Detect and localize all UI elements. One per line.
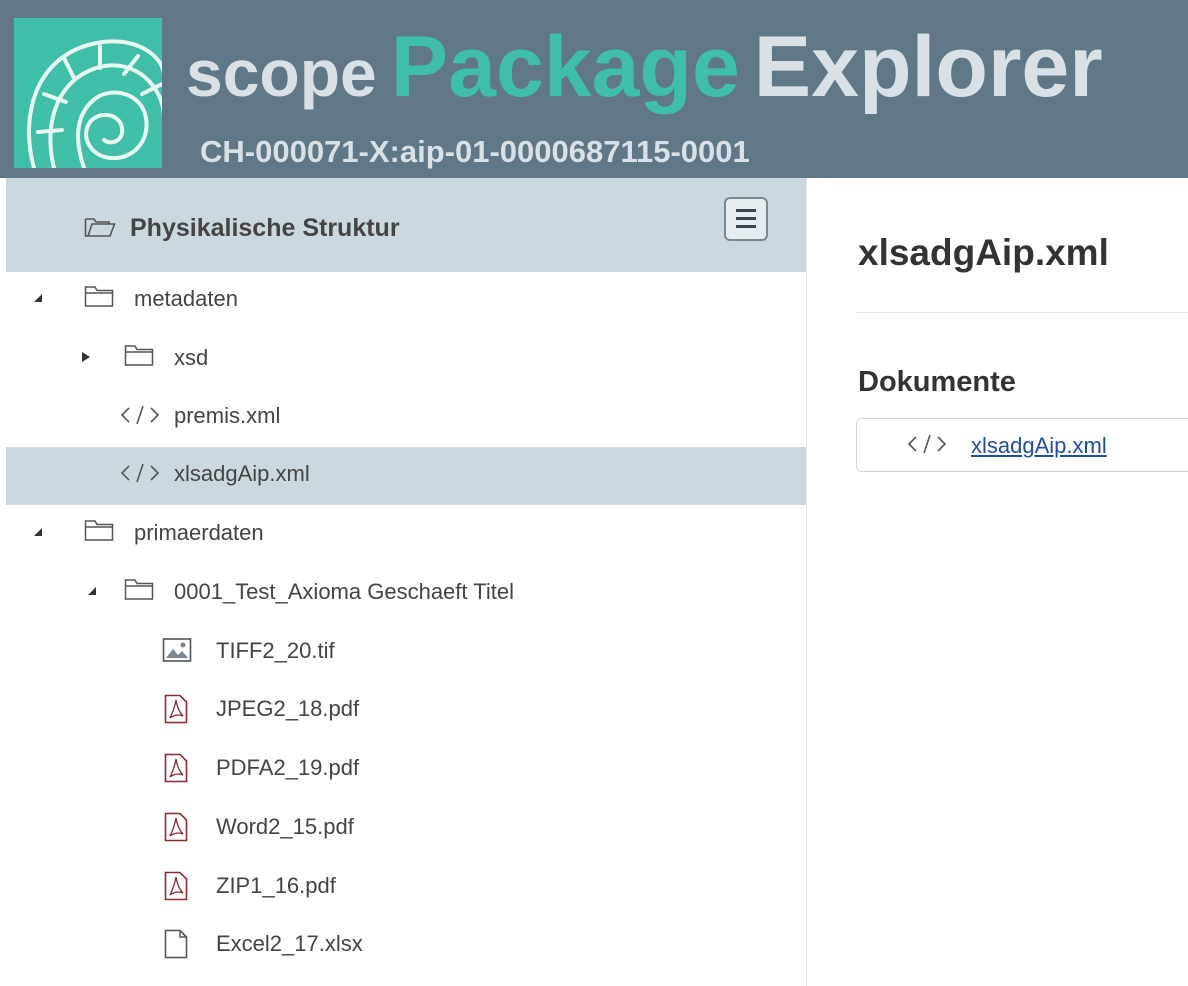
sidebar-title: Physikalische Struktur xyxy=(130,214,400,242)
brand-scope: scope xyxy=(186,36,377,110)
tree-item-label: metadaten xyxy=(134,286,238,311)
folder-icon xyxy=(124,579,154,600)
pdf-icon xyxy=(164,812,188,842)
folder-icon xyxy=(124,345,154,366)
detail-title: xlsadgAip.xml xyxy=(858,232,1109,273)
sidebar-header: Physikalische Struktur xyxy=(6,178,806,272)
pdf-icon xyxy=(164,753,188,783)
expand-down-icon[interactable] xyxy=(32,292,44,304)
tree-item-label: Word2_15.pdf xyxy=(216,814,354,839)
expand-right-icon[interactable] xyxy=(80,351,92,363)
sidebar: Physikalische Struktur metadaten xsd pre… xyxy=(6,178,807,986)
detail-panel: xlsadgAip.xml Dokumente xlsadgAip.xml xyxy=(806,178,1188,986)
tree-item-label: premis.xml xyxy=(174,403,281,428)
tree-item-label: primaerdaten xyxy=(134,520,264,545)
app-brand: scope Package Explorer xyxy=(186,18,1103,118)
folder-icon xyxy=(84,520,114,541)
expand-down-icon[interactable] xyxy=(86,585,98,597)
tree-item-pdfa2-19[interactable]: PDFA2_19.pdf xyxy=(6,741,806,799)
section-title: Dokumente xyxy=(858,366,1016,398)
tree-item-label: JPEG2_18.pdf xyxy=(216,696,360,721)
tree-item-xlsadgaip-xml[interactable]: xlsadgAip.xml xyxy=(6,447,806,505)
tree-item-zip1-16[interactable]: ZIP1_16.pdf xyxy=(6,859,806,917)
tree-item-label: xsd xyxy=(174,345,209,370)
code-icon xyxy=(907,434,947,454)
menu-button[interactable] xyxy=(724,197,768,241)
tree-item-primaerdaten[interactable]: primaerdaten xyxy=(6,506,806,564)
code-icon xyxy=(120,463,160,483)
document-list-item[interactable]: xlsadgAip.xml xyxy=(856,418,1188,472)
image-icon xyxy=(162,638,192,662)
tree-item-label: TIFF2_20.tif xyxy=(216,638,335,663)
file-icon xyxy=(164,929,188,959)
divider xyxy=(856,312,1188,313)
code-icon xyxy=(120,405,160,425)
tree-item-label: xlsadgAip.xml xyxy=(174,461,310,486)
pdf-icon xyxy=(164,694,188,724)
folder-icon xyxy=(84,286,114,307)
tree-item-label: PDFA2_19.pdf xyxy=(216,755,360,780)
tree-item-label: 0001_Test_Axioma Geschaeft Titel xyxy=(174,579,514,604)
brand-explorer: Explorer xyxy=(753,19,1103,115)
pdf-icon xyxy=(164,871,188,901)
tree-item-label: ZIP1_16.pdf xyxy=(216,873,336,898)
package-id: CH-000071-X:aip-01-0000687115-0001 xyxy=(200,134,750,169)
tree-item-xsd[interactable]: xsd xyxy=(6,331,806,389)
app-header: scope Package Explorer CH-000071-X:aip-01-… xyxy=(0,0,1188,178)
brand-package: Package xyxy=(390,19,740,115)
tree-item-jpeg2-18[interactable]: JPEG2_18.pdf xyxy=(6,682,806,740)
tree-item-geschaeft-folder[interactable]: 0001_Test_Axioma Geschaeft Titel xyxy=(6,565,806,623)
expand-down-icon[interactable] xyxy=(32,526,44,538)
shell-logo xyxy=(14,18,162,168)
tree-item-word2-15[interactable]: Word2_15.pdf xyxy=(6,800,806,858)
tree-item-label: Excel2_17.xlsx xyxy=(216,931,363,956)
tree-item-tiff2-20[interactable]: TIFF2_20.tif xyxy=(6,624,806,682)
tree-item-premis-xml[interactable]: premis.xml xyxy=(6,389,806,447)
tree-item-metadaten[interactable]: metadaten xyxy=(6,272,806,330)
document-link[interactable]: xlsadgAip.xml xyxy=(971,433,1107,459)
tree-item-excel2-17[interactable]: Excel2_17.xlsx xyxy=(6,917,806,975)
folder-open-icon xyxy=(84,218,116,237)
